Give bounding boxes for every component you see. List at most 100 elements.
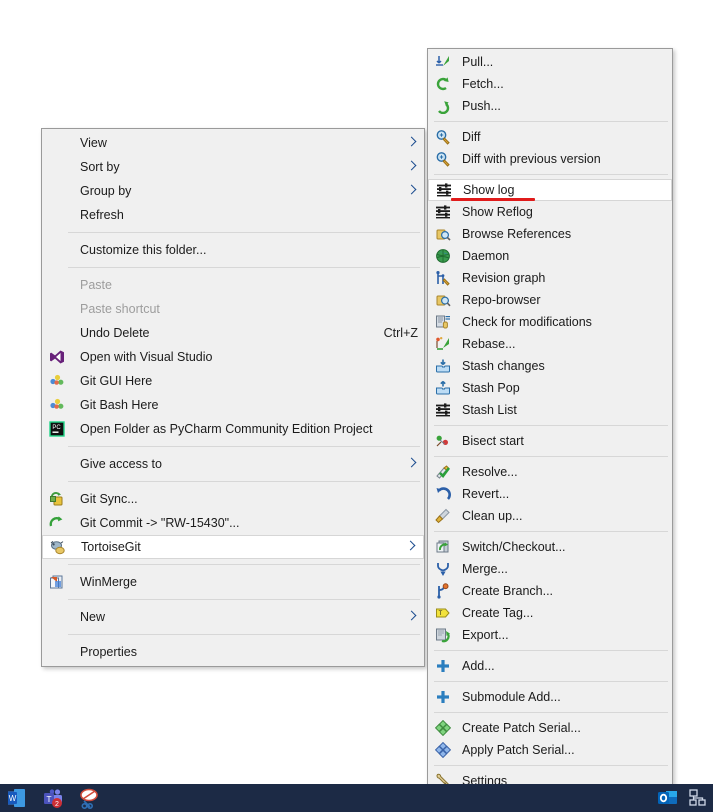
daemon-icon <box>432 248 454 264</box>
taskbar[interactable]: W T 2 <box>0 784 713 812</box>
menu-item-git-commit-rw-15430[interactable]: Git Commit -> "RW-15430"... <box>42 511 424 535</box>
menu-item-properties[interactable]: Properties <box>42 640 424 664</box>
menu-item-revision-graph[interactable]: Revision graph <box>428 267 672 289</box>
menu-item-create-branch[interactable]: Create Branch... <box>428 580 672 602</box>
snip-icon[interactable] <box>78 787 100 809</box>
menu-item-paste: Paste <box>42 273 424 297</box>
tortoisegit-icon <box>47 539 69 555</box>
menu-item-label: Paste <box>80 277 112 292</box>
no-icon <box>46 456 68 472</box>
menu-item-stash-pop[interactable]: Stash Pop <box>428 377 672 399</box>
menu-item-customize-this-folder[interactable]: Customize this folder... <box>42 238 424 262</box>
svg-text:T: T <box>46 794 51 804</box>
outlook-icon[interactable] <box>657 787 679 809</box>
menu-separator <box>68 481 420 482</box>
stash-in-icon <box>432 358 454 374</box>
menu-item-new[interactable]: New <box>42 605 424 629</box>
taskbar-left-icons: W T 2 <box>0 787 100 809</box>
menu-separator <box>434 425 668 426</box>
menu-item-label: Pull... <box>462 54 494 69</box>
log-icon <box>432 402 454 418</box>
menu-item-git-sync[interactable]: Git Sync... <box>42 487 424 511</box>
menu-item-label: Undo Delete <box>80 325 150 340</box>
rebase-icon <box>432 336 454 352</box>
menu-item-stash-list[interactable]: Stash List <box>428 399 672 421</box>
menu-item-push[interactable]: Push... <box>428 95 672 117</box>
menu-item-git-bash-here[interactable]: Git Bash Here <box>42 393 424 417</box>
menu-item-open-folder-as-pycharm-community-edition-project[interactable]: PC Open Folder as PyCharm Community Editi… <box>42 417 424 441</box>
menu-item-refresh[interactable]: Refresh <box>42 203 424 227</box>
menu-item-revert[interactable]: Revert... <box>428 483 672 505</box>
menu-separator <box>434 765 668 766</box>
menu-item-winmerge[interactable]: WinMerge <box>42 570 424 594</box>
menu-item-submodule-add[interactable]: Submodule Add... <box>428 686 672 708</box>
menu-item-view[interactable]: View <box>42 131 424 155</box>
menu-separator <box>434 681 668 682</box>
menu-item-open-with-visual-studio[interactable]: Open with Visual Studio <box>42 345 424 369</box>
revert-icon <box>432 486 454 502</box>
menu-item-merge[interactable]: Merge... <box>428 558 672 580</box>
menu-item-rebase[interactable]: Rebase... <box>428 333 672 355</box>
menu-separator <box>68 634 420 635</box>
menu-item-label: Export... <box>462 627 509 642</box>
menu-item-label: Submodule Add... <box>462 689 561 704</box>
tag-icon: T <box>432 605 454 621</box>
menu-item-undo-delete[interactable]: Undo Delete Ctrl+Z <box>42 321 424 345</box>
diff-icon <box>432 151 454 167</box>
menu-item-label: TortoiseGit <box>81 539 141 554</box>
menu-item-label: Group by <box>80 183 132 198</box>
network-icon[interactable] <box>687 787 709 809</box>
menu-item-clean-up[interactable]: Clean up... <box>428 505 672 527</box>
menu-separator <box>434 174 668 175</box>
menu-item-stash-changes[interactable]: Stash changes <box>428 355 672 377</box>
menu-item-browse-references[interactable]: Browse References <box>428 223 672 245</box>
menu-item-label: Git GUI Here <box>80 373 153 388</box>
menu-item-export[interactable]: Export... <box>428 624 672 646</box>
menu-separator <box>434 712 668 713</box>
menu-item-label: Show log <box>463 182 515 197</box>
teams-icon[interactable]: T 2 <box>42 787 64 809</box>
menu-item-add[interactable]: Add... <box>428 655 672 677</box>
menu-item-bisect-start[interactable]: Bisect start <box>428 430 672 452</box>
menu-item-label: Git Bash Here <box>80 397 159 412</box>
menu-item-create-patch-serial[interactable]: Create Patch Serial... <box>428 717 672 739</box>
menu-item-fetch[interactable]: Fetch... <box>428 73 672 95</box>
menu-item-git-gui-here[interactable]: Git GUI Here <box>42 369 424 393</box>
menu-item-diff[interactable]: Diff <box>428 126 672 148</box>
menu-item-group-by[interactable]: Group by <box>42 179 424 203</box>
no-icon <box>46 325 68 341</box>
menu-item-label: New <box>80 609 106 624</box>
cleanup-icon <box>432 508 454 524</box>
folder-context-menu[interactable]: View Sort by Group by Refresh Customize this… <box>41 128 425 667</box>
menu-item-check-for-modifications[interactable]: Check for modifications <box>428 311 672 333</box>
menu-item-daemon[interactable]: Daemon <box>428 245 672 267</box>
menu-item-apply-patch-serial[interactable]: Apply Patch Serial... <box>428 739 672 761</box>
menu-item-repo-browser[interactable]: Repo-browser <box>428 289 672 311</box>
taskbar-right-icons <box>657 787 713 809</box>
desktop-screen: View Sort by Group by Refresh Customize this… <box>0 0 713 812</box>
menu-item-show-log[interactable]: Show log <box>428 179 672 201</box>
menu-item-resolve[interactable]: Resolve... <box>428 461 672 483</box>
menu-item-label: Repo-browser <box>462 292 541 307</box>
menu-item-show-reflog[interactable]: Show Reflog <box>428 201 672 223</box>
menu-item-tortoisegit[interactable]: TortoiseGit <box>42 535 424 559</box>
git-icon <box>46 373 68 389</box>
svg-text:T: T <box>439 611 443 617</box>
menu-item-create-tag[interactable]: T Create Tag... <box>428 602 672 624</box>
menu-item-label: Check for modifications <box>462 314 592 329</box>
menu-item-sort-by[interactable]: Sort by <box>42 155 424 179</box>
menu-item-switch-checkout[interactable]: Switch/Checkout... <box>428 536 672 558</box>
word-icon[interactable]: W <box>6 787 28 809</box>
push-icon <box>432 98 454 114</box>
menu-item-label: Show Reflog <box>462 204 533 219</box>
menu-item-give-access-to[interactable]: Give access to <box>42 452 424 476</box>
menu-item-diff-with-previous-version[interactable]: Diff with previous version <box>428 148 672 170</box>
diff-icon <box>432 129 454 145</box>
tortoisegit-submenu[interactable]: Pull... Fetch... Push... Diff Diff with prev… <box>427 48 673 812</box>
menu-separator <box>68 599 420 600</box>
menu-item-label: Switch/Checkout... <box>462 539 566 554</box>
menu-item-pull[interactable]: Pull... <box>428 51 672 73</box>
menu-separator <box>68 564 420 565</box>
svg-text:PC: PC <box>52 425 61 431</box>
menu-item-label: Sort by <box>80 159 120 174</box>
